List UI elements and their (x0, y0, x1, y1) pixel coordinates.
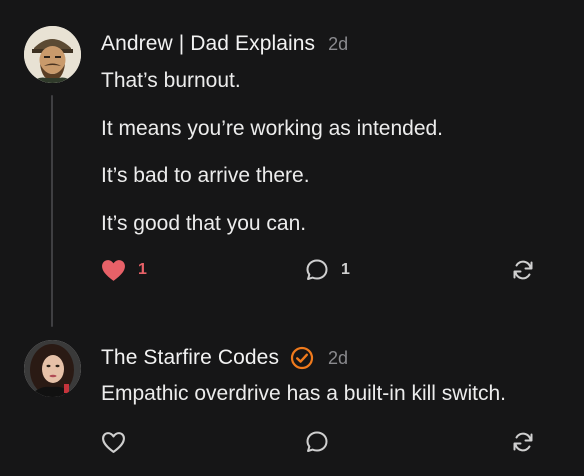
comment-header: The Starfire Codes 2d (101, 345, 574, 371)
comment-paragraph: That’s burnout. (101, 69, 241, 92)
restack-icon (513, 432, 533, 452)
verified-badge-icon (290, 346, 314, 370)
comment-starfire: The Starfire Codes 2d Empathic overdrive… (101, 345, 574, 453)
author-name[interactable]: The Starfire Codes (101, 346, 279, 370)
comment-andrew: Andrew | Dad Explains 2d That’s burnout.… (101, 31, 574, 281)
comment-icon (306, 259, 328, 280)
comment-paragraph: It’s bad to arrive there. (101, 164, 310, 187)
thread-line (51, 95, 53, 327)
reply-button[interactable]: 1 (305, 256, 350, 284)
heart-icon (102, 431, 125, 453)
restack-icon (513, 260, 533, 280)
like-button[interactable]: 1 (101, 256, 147, 284)
comment-paragraph: It means you’re working as intended. (101, 117, 444, 140)
reply-button[interactable] (305, 428, 329, 456)
comment-actions: 1 1 (101, 256, 541, 284)
comment-paragraph: Empathic overdrive has a built-in kill s… (101, 382, 506, 405)
comment-paragraph: It’s good that you can. (101, 212, 307, 235)
timestamp[interactable]: 2d (328, 34, 348, 55)
comment-header: Andrew | Dad Explains 2d (101, 31, 574, 57)
author-name[interactable]: Andrew | Dad Explains (101, 32, 315, 56)
restack-button[interactable] (511, 428, 535, 456)
heart-icon (102, 259, 125, 281)
avatar-starfire[interactable] (24, 340, 81, 397)
like-button[interactable] (101, 428, 126, 456)
timestamp[interactable]: 2d (328, 348, 348, 369)
restack-button[interactable] (511, 256, 535, 284)
comment-actions (101, 428, 541, 456)
reply-count: 1 (341, 261, 350, 278)
like-count: 1 (138, 261, 147, 278)
comment-icon (306, 431, 328, 452)
avatar-andrew[interactable] (24, 26, 81, 83)
